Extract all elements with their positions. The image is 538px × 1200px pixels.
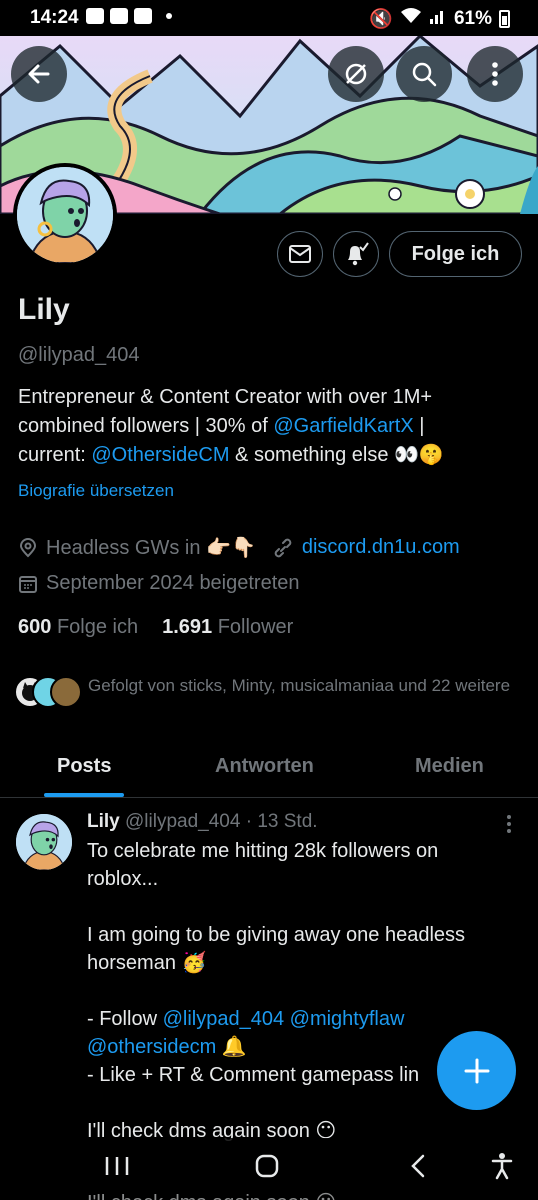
joined-row: September 2024 beigetreten: [18, 572, 300, 595]
post-line: - Follow @lilypad_404 @mightyflaw: [87, 1005, 487, 1033]
grok-icon: [345, 63, 367, 85]
status-bar: 14:24 🔇 61%: [0, 0, 538, 36]
bio-line-1: Entrepreneur & Content Creator with over…: [18, 386, 433, 408]
profile-bio: Entrepreneur & Content Creator with over…: [18, 383, 523, 470]
back-nav-icon[interactable]: [408, 1153, 428, 1179]
signal-icon: [429, 7, 447, 31]
profile-handle: @lilypad_404: [18, 344, 140, 366]
gallery-notification-icon: [86, 8, 104, 24]
bio-line-3: current: @OthersideCM & something else 👀…: [18, 441, 523, 470]
followers-count: 1.691: [162, 616, 213, 638]
followed-by-text: Gefolgt von sticks, Minty, musicalmaniaa…: [88, 676, 511, 695]
bio-text: combined followers | 30% of: [18, 415, 274, 437]
following-label: Folge ich: [56, 616, 139, 638]
post-more-button[interactable]: [505, 814, 513, 839]
bio-text: & something else 👀🤫: [229, 444, 444, 466]
avatar-illustration: [16, 814, 72, 870]
notification-icons: [86, 8, 172, 24]
location-text: Headless GWs in 👉🏻👇🏻: [46, 537, 256, 559]
bio-text: |: [413, 415, 425, 437]
post-line: I am going to be giving away one headles…: [87, 924, 466, 946]
more-vertical-icon: [492, 62, 498, 86]
followers-stat[interactable]: 1.691 Follower: [162, 616, 293, 639]
avatar-illustration: [17, 167, 113, 263]
bio-text: current:: [18, 444, 92, 466]
profile-tabs: Posts Antworten Medien: [0, 740, 538, 798]
post-text: - Follow: [87, 1008, 163, 1030]
tab-posts[interactable]: Posts: [57, 755, 111, 778]
recent-apps-icon[interactable]: [102, 1154, 132, 1178]
more-notifications-icon: [166, 13, 172, 19]
post-line: To celebrate me hitting 28k followers on: [87, 840, 439, 862]
post-line: - Like + RT & Comment gamepass lin: [87, 1064, 420, 1086]
arrow-left-icon: [28, 64, 50, 84]
following-button[interactable]: Folge ich: [389, 231, 522, 277]
tab-replies[interactable]: Antworten: [215, 755, 314, 778]
following-count: 600: [18, 616, 52, 638]
website-link[interactable]: discord.dn1u.com: [302, 536, 460, 559]
back-button[interactable]: [11, 46, 67, 102]
bio-line-2: combined followers | 30% of @GarfieldKar…: [18, 412, 523, 441]
follow-stats: 600 Folge ich 1.691 Follower: [18, 616, 293, 639]
more-options-button[interactable]: [467, 46, 523, 102]
mention-link-lilypad[interactable]: @lilypad_404: [163, 1008, 285, 1030]
more-vertical-icon: [507, 815, 511, 833]
battery-level: 61%: [453, 8, 492, 29]
message-button[interactable]: [277, 231, 323, 277]
system-icons: 🔇 61%: [369, 7, 510, 31]
calendar-icon: [19, 575, 37, 593]
post-text: To celebrate me hitting 28k followers on…: [87, 837, 487, 1145]
link-icon: [274, 538, 292, 557]
search-button[interactable]: [396, 46, 452, 102]
plus-icon: [464, 1058, 489, 1083]
mention-link-mightyflaw[interactable]: @mightyflaw: [290, 1008, 405, 1030]
bell-check-icon: [348, 242, 369, 266]
post-line-behind-navbar: I'll check dms again soon 😶: [87, 1190, 336, 1200]
home-icon[interactable]: [254, 1153, 280, 1179]
grok-button[interactable]: [328, 46, 384, 102]
active-tab-indicator: [44, 793, 124, 797]
youtube-notification-icon: [134, 8, 152, 24]
game-notification-icon: [110, 8, 128, 24]
post-author-handle[interactable]: @lilypad_404: [125, 811, 240, 832]
followed-by-avatars: [14, 674, 82, 710]
post-line: roblox...: [87, 868, 159, 890]
notifications-button[interactable]: [333, 231, 379, 277]
search-icon: [412, 62, 437, 87]
follower-avatar: [50, 676, 82, 708]
post-author-avatar[interactable]: [16, 814, 72, 870]
post-author-name[interactable]: Lily: [87, 811, 120, 832]
envelope-icon: [289, 245, 311, 263]
followed-by-row[interactable]: Gefolgt von sticks, Minty, musicalmaniaa…: [14, 674, 524, 710]
post-text: 🔔: [216, 1036, 247, 1058]
post-time: · 13 Std.: [245, 811, 318, 832]
battery-icon: [499, 10, 510, 28]
accessibility-icon[interactable]: [490, 1152, 514, 1180]
tab-media[interactable]: Medien: [415, 755, 484, 778]
status-time: 14:24: [30, 7, 79, 28]
mute-icon: 🔇: [369, 9, 393, 30]
profile-avatar[interactable]: [13, 163, 117, 267]
location-row: Headless GWs in 👉🏻👇🏻 discord.dn1u.com: [18, 535, 460, 560]
following-stat[interactable]: 600 Folge ich: [18, 616, 138, 639]
mention-link-garfieldkartx[interactable]: @GarfieldKartX: [273, 415, 413, 437]
location-pin-icon: [19, 537, 37, 557]
mention-link-othersidecm[interactable]: @OthersideCM: [91, 444, 229, 466]
followers-label: Follower: [217, 616, 294, 638]
joined-text: September 2024 beigetreten: [46, 572, 300, 594]
post-line: horseman 🥳: [87, 952, 207, 974]
post-line: @othersidecm 🔔: [87, 1033, 487, 1061]
post-header: Lily @lilypad_404 · 13 Std.: [87, 811, 318, 833]
wifi-icon: [400, 7, 422, 31]
compose-button[interactable]: [437, 1031, 516, 1110]
translate-bio-link[interactable]: Biografie übersetzen: [18, 481, 174, 501]
mention-link-othersidecm[interactable]: @othersidecm: [87, 1036, 216, 1058]
profile-name: Lily: [18, 293, 70, 326]
